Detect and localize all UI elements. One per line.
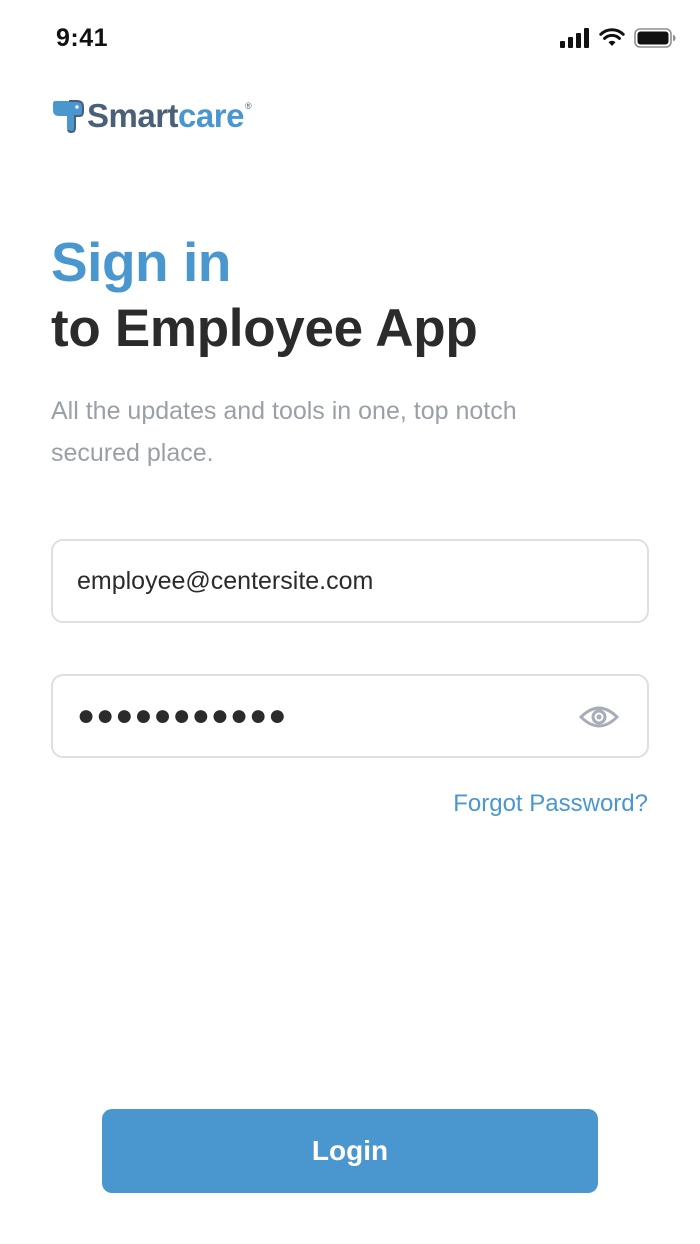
status-time: 9:41 xyxy=(56,24,109,52)
subtitle: All the updates and tools in one, top no… xyxy=(51,397,517,467)
logo-wordmark: Smartcare xyxy=(87,98,244,134)
smartcare-logo: Smartcare ® xyxy=(51,98,252,134)
password-field[interactable]: ●●●●●●●●●●● xyxy=(51,674,649,758)
email-value: employee@centersite.com xyxy=(77,567,374,595)
logo-name-part1: Smart xyxy=(87,97,179,134)
status-icons xyxy=(560,28,676,48)
password-masked-value: ●●●●●●●●●●● xyxy=(77,699,288,732)
sign-in-heading: Sign in xyxy=(51,231,231,293)
login-button[interactable]: Login xyxy=(102,1109,598,1193)
wifi-icon xyxy=(599,28,625,46)
forgot-password-link[interactable]: Forgot Password? xyxy=(453,790,648,818)
email-field[interactable]: employee@centersite.com xyxy=(51,539,649,623)
eye-icon[interactable] xyxy=(579,703,619,731)
battery-icon xyxy=(634,28,676,48)
registered-mark: ® xyxy=(244,101,252,111)
cellular-signal-icon xyxy=(560,28,589,48)
logo-name-part2: care xyxy=(178,97,244,134)
elephant-logo-icon xyxy=(53,100,84,134)
app-name-heading: to Employee App xyxy=(51,299,478,358)
status-bar: 9:41 xyxy=(0,0,700,80)
